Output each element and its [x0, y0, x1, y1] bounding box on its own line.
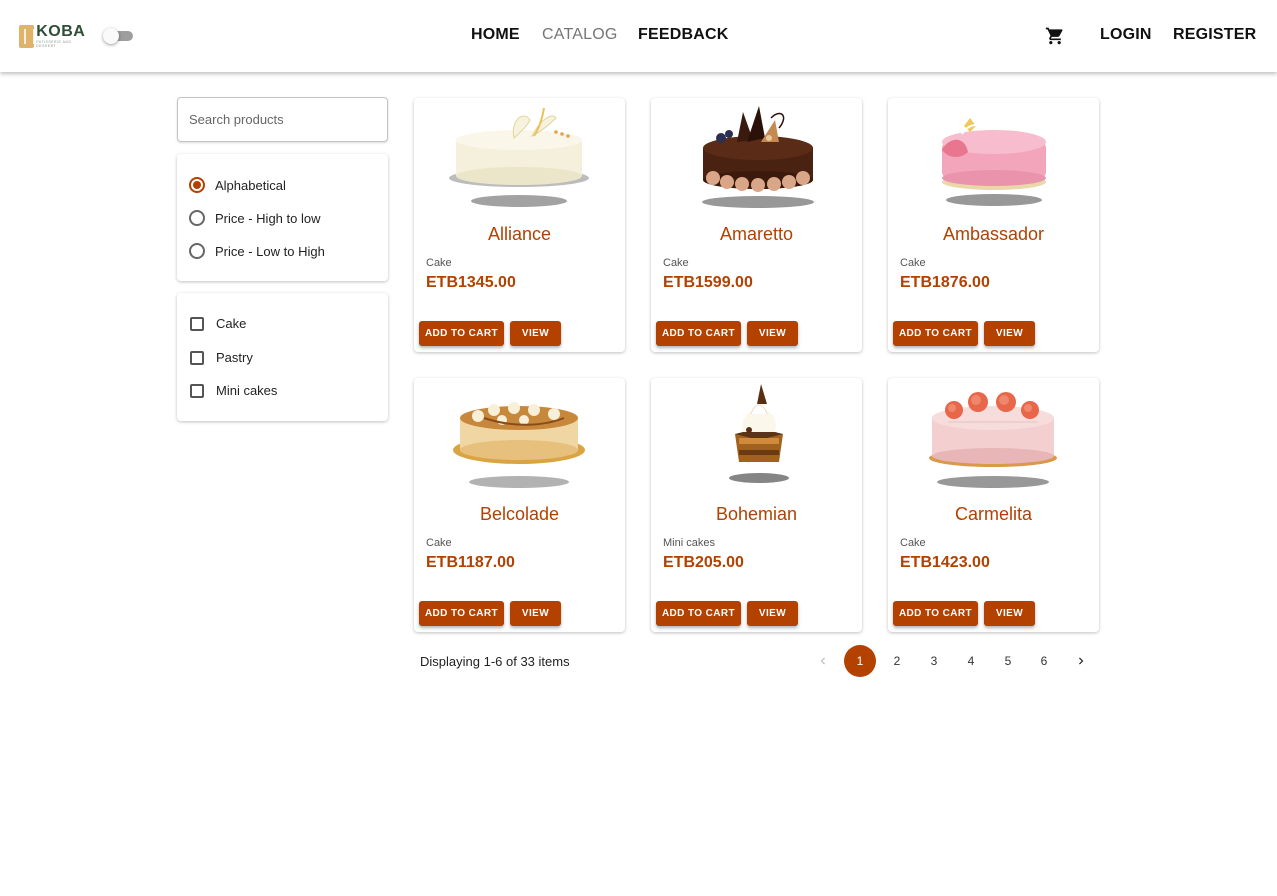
product-price: ETB1599.00	[663, 274, 753, 291]
product-price: ETB1423.00	[900, 554, 990, 571]
pagination-summary: Displaying 1-6 of 33 items	[420, 654, 570, 669]
add-to-cart-button[interactable]: ADD TO CART	[656, 601, 741, 626]
product-price: ETB1187.00	[426, 554, 515, 571]
nav-home[interactable]: HOME	[471, 26, 520, 44]
chevron-right-icon	[1079, 657, 1084, 665]
product-card: Bohemian Mini cakes ETB205.00 ADD TO CAR…	[651, 378, 862, 632]
sort-option-alphabetical[interactable]: Alphabetical	[189, 177, 286, 193]
radio-unselected-icon[interactable]	[189, 210, 205, 226]
product-name[interactable]: Alliance	[414, 224, 625, 245]
logo-mark-icon	[19, 24, 36, 48]
login-link[interactable]: LOGIN	[1100, 26, 1152, 44]
product-price: ETB1876.00	[900, 274, 990, 291]
filter-label: Mini cakes	[216, 383, 278, 398]
view-button[interactable]: VIEW	[984, 601, 1035, 626]
product-card: Belcolade Cake ETB1187.00 ADD TO CART VI…	[414, 378, 625, 632]
sort-panel: Alphabetical Price - High to low Price -…	[177, 154, 388, 281]
koba-logo[interactable]: KOBA PATISSERIE AND DESSERT	[19, 24, 87, 48]
add-to-cart-button[interactable]: ADD TO CART	[419, 321, 504, 346]
page-button-3[interactable]: 3	[918, 645, 950, 677]
radio-unselected-icon[interactable]	[189, 243, 205, 259]
page-button-2[interactable]: 2	[881, 645, 913, 677]
add-to-cart-button[interactable]: ADD TO CART	[893, 321, 978, 346]
sort-option-label: Alphabetical	[215, 177, 286, 193]
page-button-1[interactable]: 1	[844, 645, 876, 677]
add-to-cart-button[interactable]: ADD TO CART	[893, 601, 978, 626]
product-category: Cake	[426, 537, 452, 549]
sort-option-label: Price - High to low	[215, 210, 321, 226]
product-image-caramel-cake[interactable]	[414, 378, 625, 496]
filter-cake[interactable]: Cake	[189, 316, 246, 331]
view-button[interactable]: VIEW	[510, 601, 561, 626]
sort-option-label: Price - Low to High	[215, 243, 325, 259]
register-link[interactable]: REGISTER	[1173, 26, 1256, 44]
product-card: Amaretto Cake ETB1599.00 ADD TO CART VIE…	[651, 98, 862, 352]
checkbox-icon[interactable]	[190, 383, 204, 398]
next-page-button[interactable]	[1065, 645, 1097, 677]
product-image-rose-cake[interactable]	[888, 378, 1099, 496]
product-name[interactable]: Amaretto	[651, 224, 862, 245]
view-button[interactable]: VIEW	[510, 321, 561, 346]
nav-catalog[interactable]: CATALOG	[542, 26, 618, 44]
product-card: Ambassador Cake ETB1876.00 ADD TO CART V…	[888, 98, 1099, 352]
product-category: Cake	[900, 537, 926, 549]
product-name[interactable]: Bohemian	[651, 504, 862, 525]
product-image-white-cake[interactable]	[414, 98, 625, 216]
add-to-cart-button[interactable]: ADD TO CART	[419, 601, 504, 626]
radio-selected-icon[interactable]	[189, 177, 205, 193]
add-to-cart-button[interactable]: ADD TO CART	[656, 321, 741, 346]
page-button-4[interactable]: 4	[955, 645, 987, 677]
toggle-thumb	[103, 28, 119, 44]
nav-feedback[interactable]: FEEDBACK	[638, 26, 729, 44]
view-button[interactable]: VIEW	[747, 321, 798, 346]
logo-text-group: KOBA PATISSERIE AND DESSERT	[36, 24, 87, 48]
view-button[interactable]: VIEW	[747, 601, 798, 626]
product-name[interactable]: Ambassador	[888, 224, 1099, 245]
filter-mini-cakes[interactable]: Mini cakes	[189, 383, 277, 398]
filter-label: Pastry	[216, 350, 253, 365]
search-field[interactable]	[177, 97, 388, 142]
product-category: Cake	[663, 257, 689, 269]
filter-label: Cake	[216, 316, 247, 331]
shopping-cart-icon[interactable]	[1045, 26, 1065, 46]
sort-option-price-low-high[interactable]: Price - Low to High	[189, 243, 325, 259]
sort-option-price-high-low[interactable]: Price - High to low	[189, 210, 320, 226]
product-category: Cake	[900, 257, 926, 269]
product-card: Carmelita Cake ETB1423.00 ADD TO CART VI…	[888, 378, 1099, 632]
product-category: Cake	[426, 257, 452, 269]
view-button[interactable]: VIEW	[984, 321, 1035, 346]
product-name[interactable]: Belcolade	[414, 504, 625, 525]
checkbox-icon[interactable]	[190, 350, 204, 365]
product-name[interactable]: Carmelita	[888, 504, 1099, 525]
chevron-left-icon	[820, 657, 825, 665]
product-image-pink-cake[interactable]	[888, 98, 1099, 216]
product-image-mini-cake-slice[interactable]	[651, 378, 862, 496]
top-app-bar: KOBA PATISSERIE AND DESSERT HOME CATALOG…	[0, 0, 1277, 72]
logo-wordmark: KOBA	[36, 23, 86, 40]
page-button-5[interactable]: 5	[992, 645, 1024, 677]
previous-page-button[interactable]	[807, 645, 839, 677]
product-card: Alliance Cake ETB1345.00 ADD TO CART VIE…	[414, 98, 625, 352]
product-price: ETB205.00	[663, 554, 744, 571]
product-price: ETB1345.00	[426, 274, 516, 291]
filter-pastry[interactable]: Pastry	[189, 350, 253, 365]
theme-toggle[interactable]	[103, 28, 133, 44]
checkbox-icon[interactable]	[190, 316, 204, 331]
category-filter-panel: Cake Pastry Mini cakes	[177, 293, 388, 421]
logo-tagline: PATISSERIE AND DESSERT	[36, 40, 72, 48]
search-input[interactable]	[178, 98, 387, 141]
product-category: Mini cakes	[663, 537, 715, 549]
product-image-chocolate-cake[interactable]	[651, 98, 862, 216]
page-button-6[interactable]: 6	[1028, 645, 1060, 677]
